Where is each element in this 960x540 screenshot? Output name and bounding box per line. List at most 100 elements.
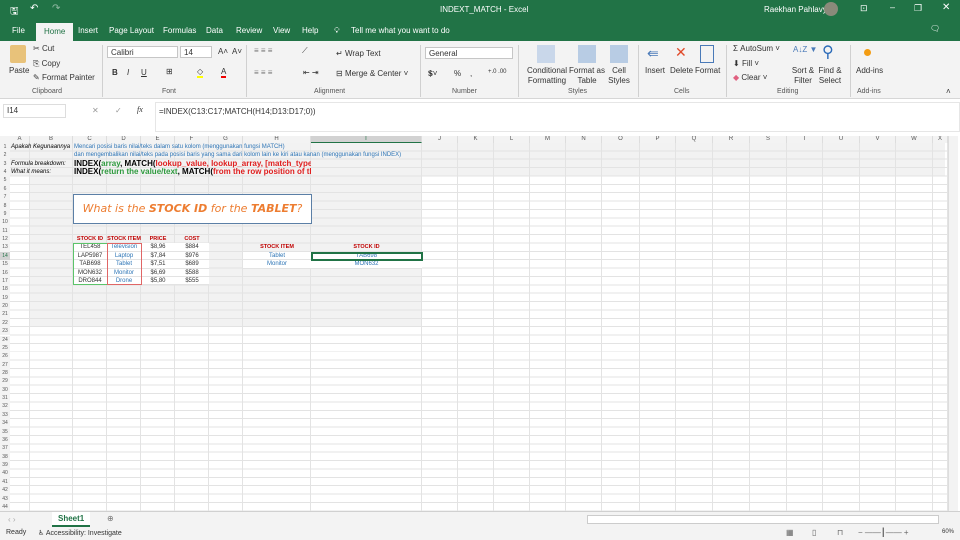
cell-styles-button[interactable]: Cell Styles [603,66,635,86]
font-size-select[interactable]: 14 [180,46,212,58]
accessibility-button[interactable]: ♿︎ Accessibility: Investigate [38,529,122,537]
row-header[interactable]: 24 [0,335,10,344]
row-header[interactable]: 43 [0,494,10,503]
column-header[interactable]: A [10,136,30,143]
row-header[interactable]: 39 [0,461,10,470]
row-header[interactable]: 6 [0,184,10,194]
active-cell-i14[interactable] [311,251,423,262]
column-header[interactable]: W [896,136,933,143]
tab-help[interactable]: Help [302,26,318,35]
vertical-scrollbar[interactable] [948,136,958,511]
cancel-icon[interactable]: ✕ [92,106,99,115]
paste-button[interactable]: Paste [9,66,29,75]
row-header[interactable]: 15 [0,260,10,269]
merge-center-button[interactable]: ⊟ Merge & Center ˅ [336,69,408,78]
column-header[interactable]: H [243,136,311,143]
tab-view[interactable]: View [273,26,290,35]
column-header[interactable]: N [566,136,602,143]
row-header[interactable]: 11 [0,226,10,236]
cell[interactable]: $7,51 [141,260,175,269]
row-header[interactable]: 17 [0,276,10,286]
row-header[interactable]: 19 [0,293,10,303]
italic-button[interactable]: I [127,68,129,77]
bold-button[interactable]: B [112,68,118,77]
currency-icon[interactable]: 💲︎˅ [428,69,437,79]
formula-input[interactable]: =INDEX(C13:C17;MATCH(H14;D13:D17;0)) [155,102,960,132]
font-color-icon[interactable]: A [221,67,227,78]
row-header[interactable]: 14 [0,251,10,261]
add-ins-button[interactable]: Add-ins [856,66,883,75]
row-header[interactable]: 40 [0,469,10,478]
row-header[interactable]: 37 [0,444,10,453]
row-header[interactable]: 29 [0,377,10,386]
cell[interactable]: Formula breakdown: [11,160,66,168]
cell[interactable]: STOCK ID [73,235,107,243]
ribbon-display-icon[interactable]: ⊡ [860,3,868,14]
underline-button[interactable]: U [141,68,147,77]
tell-me-input[interactable]: Tell me what you want to do [351,26,450,35]
copy-button[interactable]: ⎘ Copy [33,59,60,69]
column-header[interactable]: C [73,136,107,143]
column-header[interactable]: M [530,136,566,143]
row-header[interactable]: 7 [0,193,10,202]
insert-button[interactable]: Insert [645,66,665,75]
tab-insert[interactable]: Insert [78,26,98,35]
row-header[interactable]: 26 [0,352,10,361]
row-header[interactable]: 4 [0,168,10,177]
row-header[interactable]: 18 [0,285,10,294]
page-break-view-icon[interactable]: ⊓ [837,528,843,537]
row-header[interactable]: 41 [0,477,10,487]
column-header[interactable]: D [107,136,141,143]
indent-icon[interactable]: ⇤ ⇥ [303,68,319,77]
close-icon[interactable]: ✕ [942,2,950,13]
minimize-icon[interactable]: – [890,2,895,12]
borders-icon[interactable]: ⊞ [166,67,173,76]
clear-button[interactable]: ◆ Clear ˅ [733,73,767,82]
font-name-select[interactable]: Calibri [107,46,178,58]
row-header[interactable]: 20 [0,302,10,311]
sort-filter-button[interactable]: Sort & Filter [788,66,818,86]
column-header[interactable]: O [602,136,640,143]
sheet-nav-icon[interactable]: ‹ › [8,515,16,524]
row-header[interactable]: 32 [0,402,10,411]
tab-data[interactable]: Data [206,26,223,35]
row-header[interactable]: 35 [0,427,10,436]
column-header[interactable]: F [175,136,209,143]
column-header[interactable]: L [494,136,530,143]
column-header[interactable]: J [422,136,458,143]
row-header[interactable]: 5 [0,176,10,185]
add-sheet-icon[interactable]: ⊕ [107,514,114,523]
row-header[interactable]: 34 [0,419,10,428]
wrap-text-button[interactable]: ↵ Wrap Text [336,49,381,58]
row-header[interactable]: 13 [0,243,10,252]
save-icon[interactable]: 🖫 [10,4,19,21]
comma-button[interactable]: , [470,69,472,78]
tab-file[interactable]: File [12,26,25,35]
column-header[interactable]: R [713,136,750,143]
cell[interactable]: What it means: [11,168,51,176]
avatar[interactable] [824,2,838,16]
redo-icon[interactable]: ↷ [52,3,60,14]
align-top-icon[interactable]: ≡ ≡ ≡ [254,46,272,55]
row-header[interactable]: 31 [0,394,10,403]
cell[interactable]: COST [175,235,209,243]
corner-select-all[interactable] [0,136,10,143]
column-header[interactable]: X [933,136,948,143]
row-header[interactable]: 9 [0,209,10,219]
orientation-icon[interactable]: ⟋ [302,46,308,56]
autosum-button[interactable]: Σ AutoSum ˅ [733,44,780,53]
fill-button[interactable]: ⬇ Fill ˅ [733,59,759,68]
cell[interactable]: $555 [175,276,209,286]
cell[interactable]: $689 [175,260,209,269]
column-header[interactable]: G [209,136,243,143]
tab-review[interactable]: Review [236,26,262,35]
function-icon[interactable]: fx [137,105,143,114]
delete-button[interactable]: Delete [670,66,693,75]
row-header[interactable]: 25 [0,343,10,353]
sheet-tab-sheet1[interactable]: Sheet1 [52,512,91,527]
conditional-formatting-button[interactable]: Conditional Formatting [524,66,570,86]
row-header[interactable]: 2 [0,151,10,160]
cell[interactable]: Tablet [243,251,311,261]
cell[interactable]: $884 [175,243,209,252]
name-box[interactable]: I14 [3,104,66,118]
